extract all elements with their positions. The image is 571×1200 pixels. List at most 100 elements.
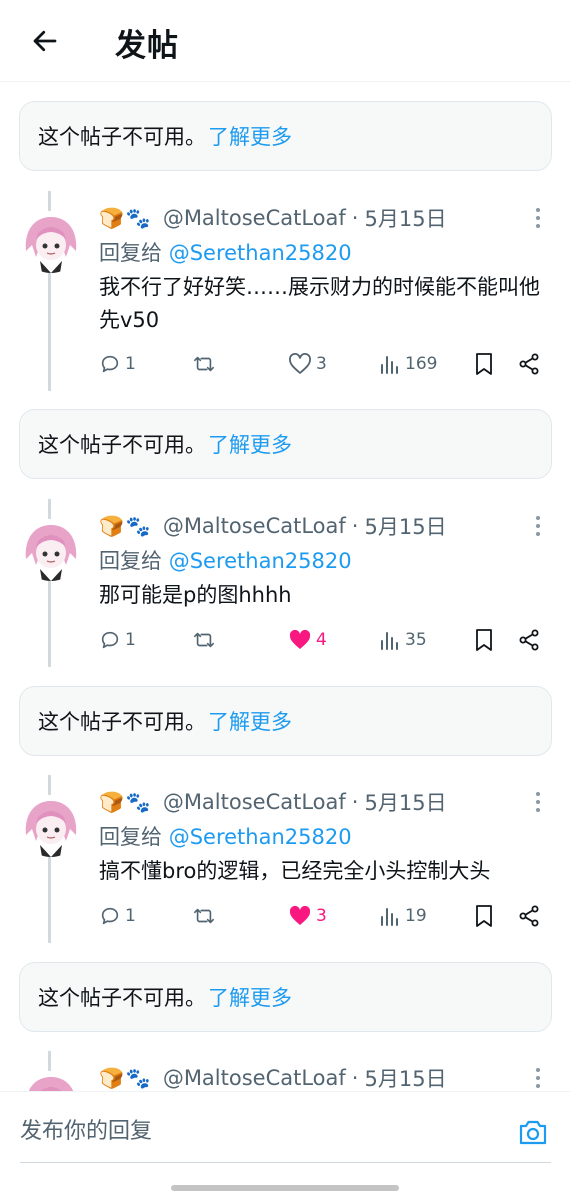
bookmark-button[interactable] bbox=[474, 625, 494, 655]
heart-icon bbox=[289, 353, 311, 374]
unavailable-text: 这个帖子不可用。 bbox=[38, 710, 206, 734]
like-button[interactable]: 3 bbox=[288, 349, 327, 379]
page-title: 发帖 bbox=[115, 28, 179, 64]
reply-composer: 发布你的回复 bbox=[0, 1091, 571, 1200]
post-date[interactable]: 5月15日 bbox=[364, 1063, 446, 1091]
name-emoji: 🍞🐾 bbox=[99, 1066, 153, 1090]
post-date[interactable]: 5月15日 bbox=[364, 203, 446, 233]
camera-icon bbox=[519, 1120, 547, 1145]
post-date[interactable]: 5月15日 bbox=[364, 511, 446, 541]
post-text: 搞不懂bro的逻辑，已经完全小头控制大头 bbox=[99, 859, 491, 883]
reply-button[interactable]: 1 bbox=[99, 625, 136, 655]
avatar[interactable] bbox=[20, 519, 82, 581]
post-date[interactable]: 5月15日 bbox=[364, 787, 446, 817]
post-text: 那可能是p的图hhhh bbox=[99, 583, 292, 607]
views-button[interactable]: 19 bbox=[379, 901, 427, 931]
home-indicator bbox=[171, 1185, 399, 1191]
action-bar: 1 3 19 bbox=[99, 901, 549, 931]
reply-count: 1 bbox=[125, 354, 136, 374]
repost-icon bbox=[194, 632, 214, 648]
reply-count: 1 bbox=[125, 906, 136, 926]
avatar[interactable] bbox=[20, 1071, 82, 1091]
unavailable-post: 这个帖子不可用。 了解更多 bbox=[19, 962, 552, 1032]
repost-button[interactable] bbox=[191, 901, 217, 931]
learn-more-link[interactable]: 了解更多 bbox=[208, 121, 292, 151]
avatar-image bbox=[20, 519, 82, 581]
bookmark-icon bbox=[476, 905, 492, 927]
reply-count: 1 bbox=[125, 630, 136, 650]
camera-button[interactable] bbox=[515, 1114, 551, 1150]
post-meta: 🍞🐾 @MaltoseCatLoaf · 5月15日 bbox=[99, 203, 447, 233]
reply-post[interactable]: 🍞🐾 @MaltoseCatLoaf · 5月15日 回复给 @Serethan… bbox=[0, 499, 571, 669]
like-count: 3 bbox=[316, 354, 327, 374]
mention-link[interactable]: @Serethan25820 bbox=[169, 825, 352, 849]
separator: · bbox=[351, 1066, 359, 1090]
repost-icon bbox=[194, 356, 214, 372]
unavailable-text: 这个帖子不可用。 bbox=[38, 125, 206, 149]
more-options-icon[interactable] bbox=[533, 205, 543, 231]
unavailable-text: 这个帖子不可用。 bbox=[38, 986, 206, 1010]
view-count: 169 bbox=[405, 354, 438, 374]
avatar-image bbox=[20, 211, 82, 273]
input-underline bbox=[20, 1162, 551, 1163]
repost-button[interactable] bbox=[191, 625, 217, 655]
reply-button[interactable]: 1 bbox=[99, 349, 136, 379]
heart-filled-icon bbox=[289, 905, 311, 925]
reply-input[interactable]: 发布你的回复 bbox=[20, 1112, 490, 1152]
bookmark-button[interactable] bbox=[474, 901, 494, 931]
avatar-image bbox=[20, 1071, 82, 1091]
unavailable-post: 这个帖子不可用。 了解更多 bbox=[19, 101, 552, 171]
replying-to: 回复给 @Serethan25820 bbox=[99, 545, 352, 575]
name-emoji: 🍞🐾 bbox=[99, 790, 153, 814]
user-handle[interactable]: @MaltoseCatLoaf bbox=[163, 206, 346, 230]
avatar-image bbox=[20, 795, 82, 857]
back-button[interactable] bbox=[26, 22, 64, 60]
share-button[interactable] bbox=[517, 625, 541, 655]
learn-more-link[interactable]: 了解更多 bbox=[208, 706, 292, 736]
user-handle[interactable]: @MaltoseCatLoaf bbox=[163, 790, 346, 814]
share-button[interactable] bbox=[517, 349, 541, 379]
reply-icon bbox=[101, 631, 119, 649]
more-options-icon[interactable] bbox=[533, 513, 543, 539]
share-icon bbox=[519, 629, 539, 651]
separator: · bbox=[351, 790, 359, 814]
learn-more-link[interactable]: 了解更多 bbox=[208, 429, 292, 459]
bookmark-icon bbox=[476, 353, 492, 375]
more-options-icon[interactable] bbox=[533, 789, 543, 815]
bookmark-button[interactable] bbox=[474, 349, 494, 379]
mention-link[interactable]: @Serethan25820 bbox=[169, 549, 352, 573]
views-button[interactable]: 35 bbox=[379, 625, 427, 655]
reply-button[interactable]: 1 bbox=[99, 901, 136, 931]
thread-feed[interactable]: 这个帖子不可用。 了解更多 🍞🐾 @MaltoseCatLoaf · 5月15日… bbox=[0, 83, 571, 1091]
avatar[interactable] bbox=[20, 795, 82, 857]
like-button[interactable]: 4 bbox=[288, 625, 327, 655]
like-button[interactable]: 3 bbox=[288, 901, 327, 931]
post-text: 我不行了好好笑……展示财力的时候能不能叫他先v50 bbox=[99, 275, 540, 332]
reply-post[interactable]: 🍞🐾 @MaltoseCatLoaf · 5月15日 回复给 @Serethan… bbox=[0, 775, 571, 945]
bookmark-icon bbox=[476, 629, 492, 651]
user-handle[interactable]: @MaltoseCatLoaf bbox=[163, 514, 346, 538]
replying-prefix: 回复给 bbox=[99, 825, 162, 849]
top-bar: 发帖 bbox=[0, 0, 571, 82]
reply-post[interactable]: 🍞🐾 @MaltoseCatLoaf · 5月15日 回复给 @Serethan… bbox=[0, 191, 571, 391]
reply-icon bbox=[101, 907, 119, 925]
reply-post[interactable]: 🍞🐾 @MaltoseCatLoaf · 5月15日 bbox=[0, 1051, 571, 1091]
separator: · bbox=[351, 206, 359, 230]
arrow-left-icon bbox=[33, 30, 57, 52]
reply-icon bbox=[101, 355, 119, 373]
unavailable-post: 这个帖子不可用。 了解更多 bbox=[19, 409, 552, 479]
more-options-icon[interactable] bbox=[533, 1065, 543, 1091]
user-handle[interactable]: @MaltoseCatLoaf bbox=[163, 1066, 346, 1090]
learn-more-link[interactable]: 了解更多 bbox=[208, 982, 292, 1012]
repost-button[interactable] bbox=[191, 349, 217, 379]
share-button[interactable] bbox=[517, 901, 541, 931]
heart-filled-icon bbox=[289, 629, 311, 649]
name-emoji: 🍞🐾 bbox=[99, 206, 153, 230]
separator: · bbox=[351, 514, 359, 538]
share-icon bbox=[519, 905, 539, 927]
views-button[interactable]: 169 bbox=[379, 349, 437, 379]
post-meta: 🍞🐾 @MaltoseCatLoaf · 5月15日 bbox=[99, 511, 447, 541]
mention-link[interactable]: @Serethan25820 bbox=[169, 241, 352, 265]
avatar[interactable] bbox=[20, 211, 82, 273]
share-icon bbox=[519, 353, 539, 375]
